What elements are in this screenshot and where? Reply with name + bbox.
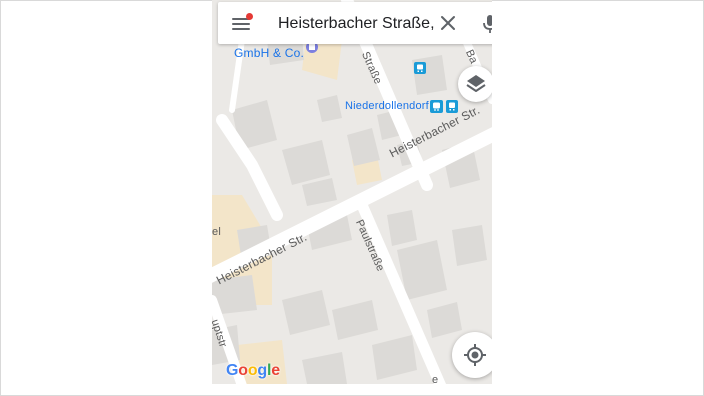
bus-stop-icon[interactable] [414, 62, 426, 74]
logo-letter: e [271, 362, 280, 379]
logo-letter: o [238, 362, 248, 379]
close-icon [441, 16, 455, 30]
my-location-icon [464, 344, 486, 366]
bus-station-icon[interactable] [446, 100, 458, 113]
layers-icon [466, 75, 486, 92]
my-location-button[interactable] [452, 332, 492, 378]
search-bar[interactable]: Heisterbacher Straße,... [218, 2, 492, 44]
map-view[interactable]: Heisterbacher Str. Heisterbacher Str. Pa… [212, 0, 492, 384]
logo-letter: g [257, 362, 267, 379]
street-label-el-partial: el [212, 226, 221, 238]
street-label-bottom-partial: e [432, 374, 439, 384]
google-logo: Google [226, 362, 280, 380]
poi-label-gmbh[interactable]: GmbH & Co. [234, 46, 304, 60]
clear-search-button[interactable] [438, 13, 458, 33]
notification-dot [246, 13, 253, 20]
logo-letter: o [247, 362, 258, 379]
search-query-text[interactable]: Heisterbacher Straße,... [278, 14, 434, 34]
voice-search-button[interactable] [480, 13, 492, 35]
layers-button[interactable] [458, 66, 492, 102]
logo-letter: G [226, 362, 239, 379]
mic-icon [483, 15, 492, 33]
train-station-icon[interactable] [430, 100, 443, 113]
station-label-niederdollendorf[interactable]: Niederdollendorf [345, 100, 429, 112]
